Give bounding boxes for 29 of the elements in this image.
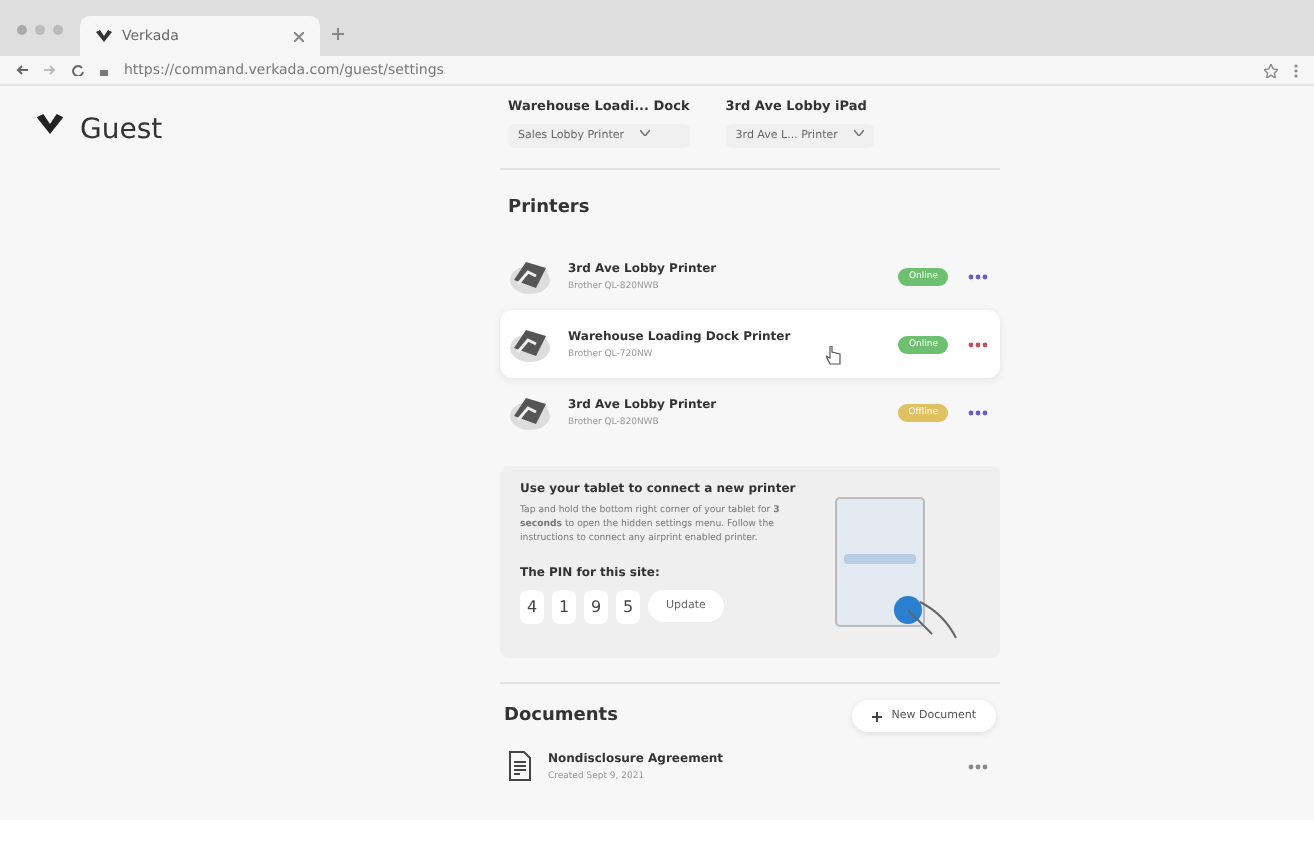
section-heading: Printers — [506, 198, 592, 218]
caret-icon — [640, 130, 651, 136]
new-tab-icon[interactable] — [332, 28, 344, 40]
printer-icon — [508, 392, 552, 432]
pin-digit: 5 — [616, 589, 640, 624]
back-icon[interactable] — [16, 64, 28, 76]
more-button[interactable] — [964, 269, 992, 283]
section-heading: Documents — [504, 706, 618, 726]
pointer-cursor-icon — [826, 346, 843, 366]
pin-digit: 9 — [584, 589, 608, 624]
forward-icon[interactable] — [44, 64, 56, 76]
printer-icon — [508, 256, 552, 296]
more-button[interactable] — [964, 759, 992, 773]
window-controls-icon[interactable] — [16, 24, 68, 36]
document-icon — [508, 750, 532, 782]
lock-icon — [100, 65, 108, 75]
more-button[interactable] — [964, 337, 992, 351]
printer-icon — [508, 324, 552, 364]
app-title: Guest — [80, 114, 163, 146]
more-button[interactable] — [964, 405, 992, 419]
plus-icon — [871, 711, 882, 721]
pin-digit: 1 — [552, 589, 576, 624]
star-icon[interactable] — [1264, 63, 1278, 77]
close-icon[interactable] — [294, 31, 304, 41]
logo-icon — [36, 114, 64, 134]
caret-icon — [853, 130, 864, 136]
logo-icon — [96, 30, 112, 42]
reload-icon[interactable] — [72, 64, 84, 76]
pin-digit: 4 — [520, 589, 544, 624]
